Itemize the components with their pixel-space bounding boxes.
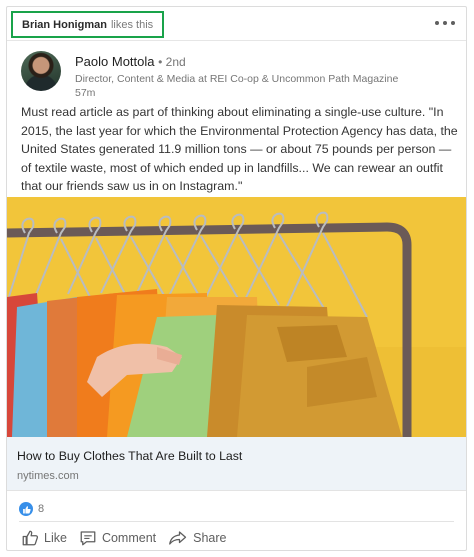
comment-button[interactable]: Comment	[75, 524, 164, 550]
actor-headline: Director, Content & Media at REI Co-op &…	[75, 73, 399, 85]
share-label: Share	[193, 531, 227, 545]
like-label: Like	[44, 531, 67, 545]
connection-degree: • 2nd	[158, 55, 186, 69]
thumbs-up-icon	[22, 530, 39, 546]
clothing-rack-photo	[7, 197, 466, 437]
post-actor: Paolo Mottola • 2nd Director, Content & …	[21, 51, 461, 99]
comment-icon	[80, 531, 96, 546]
post-commentary: Must read article as part of thinking ab…	[21, 105, 458, 193]
article-meta[interactable]: How to Buy Clothes That Are Built to Las…	[7, 437, 466, 491]
feed-post-card: Brian Honigman likes this Paolo Mottola …	[6, 6, 467, 551]
like-button[interactable]: Like	[17, 524, 75, 550]
avatar[interactable]	[21, 51, 61, 91]
post-timestamp: 57m	[75, 87, 96, 99]
reaction-count[interactable]: 8	[38, 503, 44, 515]
social-context-header: Brian Honigman likes this	[7, 7, 466, 41]
actor-name[interactable]: Paolo Mottola	[75, 54, 155, 69]
more-horizontal-icon	[435, 21, 439, 25]
share-arrow-icon	[169, 531, 187, 545]
divider	[19, 521, 454, 522]
comment-label: Comment	[101, 531, 157, 545]
context-action-text: likes this	[110, 18, 154, 31]
action-bar: Like Comment Share	[17, 524, 234, 550]
more-options-button[interactable]	[434, 15, 456, 31]
like-reaction-icon	[19, 502, 33, 516]
more-horizontal-icon-dot	[443, 21, 447, 25]
article-title[interactable]: How to Buy Clothes That Are Built to Las…	[17, 449, 242, 463]
more-horizontal-icon-dot	[451, 21, 455, 25]
thumbs-up-glyph	[22, 505, 31, 513]
article-image[interactable]	[7, 197, 466, 437]
social-context-highlight: Brian Honigman likes this	[11, 11, 165, 38]
context-actor-name[interactable]: Brian Honigman	[22, 19, 107, 31]
social-counts[interactable]: 8	[19, 502, 44, 516]
actor-name-line: Paolo Mottola • 2nd	[75, 54, 186, 69]
share-button[interactable]: Share	[164, 524, 234, 550]
article-source: nytimes.com	[17, 470, 79, 482]
